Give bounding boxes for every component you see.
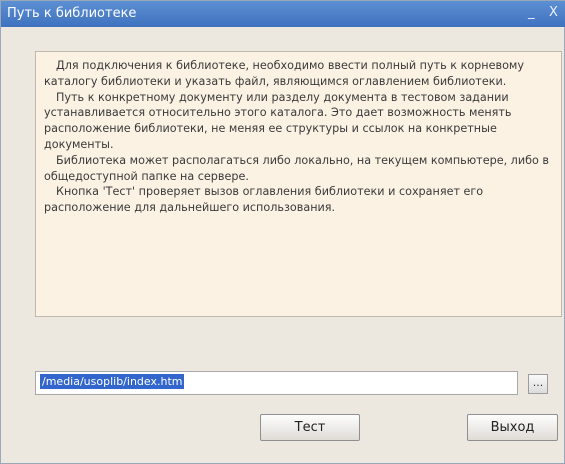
library-path-value: /media/usoplib/index.htm [40,374,185,389]
exit-button[interactable]: Выход [467,414,558,441]
window-title: Путь к библиотеке [7,6,137,21]
description-paragraph-1: Для подключения к библиотеке, необходимо… [44,59,524,88]
browse-button[interactable]: ... [528,374,548,394]
description-paragraph-3: Библиотека может располагаться либо лока… [44,153,549,183]
description-paragraph-2: Путь к конкретному документу или разделу… [44,90,512,151]
minimize-icon[interactable]: _ [528,5,535,21]
library-path-input[interactable]: /media/usoplib/index.htm [35,371,518,395]
close-icon[interactable]: X [549,5,558,21]
test-button[interactable]: Тест [260,414,360,441]
description-text-area: Для подключения к библиотеке, необходимо… [35,51,562,317]
title-bar[interactable]: Путь к библиотеке _ X [1,1,565,27]
description-paragraph-4: Кнопка 'Тест' проверяет вызов оглавления… [44,185,484,215]
library-path-dialog: Путь к библиотеке _ X Для подключения к … [0,0,565,464]
